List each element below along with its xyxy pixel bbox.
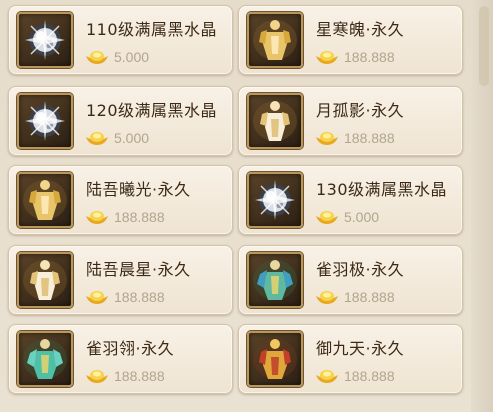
item-name: 130级满属黑水晶	[316, 180, 448, 199]
item-price: 188.888	[344, 289, 395, 305]
item-icon-frame	[17, 12, 73, 68]
item-icon-frame	[17, 93, 73, 149]
white-gold-armor-icon	[253, 101, 297, 141]
item-name: 御九天·永久	[316, 339, 405, 358]
gold-ingot-icon	[316, 51, 338, 64]
item-price: 5.000	[114, 49, 150, 65]
white-gold-armor-icon	[23, 260, 67, 300]
item-icon-frame	[247, 331, 303, 387]
black-crystal-icon	[25, 20, 65, 60]
gold-ingot-icon	[316, 211, 338, 224]
item-name: 陆吾晨星·永久	[86, 260, 191, 279]
item-icon-frame	[247, 12, 303, 68]
shop-item-card[interactable]: 雀羽翎·永久 188.888	[8, 324, 233, 394]
item-name: 雀羽极·永久	[316, 260, 405, 279]
item-name: 120级满属黑水晶	[86, 101, 218, 120]
gold-ingot-icon	[86, 370, 108, 383]
shop-item-card[interactable]: 雀羽极·永久 188.888	[238, 245, 463, 315]
shop-item-card[interactable]: 月孤影·永久 188.888	[238, 86, 463, 156]
gold-ingot-icon	[316, 370, 338, 383]
shop-item-card[interactable]: 130级满属黑水晶 5.000	[238, 165, 463, 235]
gold-ingot-icon	[86, 132, 108, 145]
item-price: 188.888	[344, 130, 395, 146]
item-icon-frame	[247, 252, 303, 308]
shop-item-card[interactable]: 陆吾晨星·永久 188.888	[8, 245, 233, 315]
scrollbar-thumb[interactable]	[479, 6, 489, 86]
shop-item-card[interactable]: 御九天·永久 188.888	[238, 324, 463, 394]
red-gold-armor-icon	[253, 339, 297, 379]
gold-ingot-icon	[316, 291, 338, 304]
item-price: 188.888	[344, 368, 395, 384]
item-name: 陆吾曦光·永久	[86, 180, 191, 199]
jade-armor-icon	[253, 260, 297, 300]
scrollbar-track[interactable]	[471, 0, 493, 412]
black-crystal-icon	[255, 180, 295, 220]
item-price: 188.888	[344, 49, 395, 65]
item-icon-frame	[17, 331, 73, 387]
item-icon-frame	[17, 172, 73, 228]
shop-item-grid: 110级满属黑水晶 5.000 星寒魄·永久 188.888 120级满属黑水晶…	[0, 0, 493, 412]
shop-item-card[interactable]: 110级满属黑水晶 5.000	[8, 5, 233, 75]
item-name: 月孤影·永久	[316, 101, 405, 120]
item-price: 188.888	[114, 368, 165, 384]
jade-armor-icon	[23, 339, 67, 379]
item-price: 5.000	[344, 209, 380, 225]
item-name: 雀羽翎·永久	[86, 339, 175, 358]
shop-item-card[interactable]: 星寒魄·永久 188.888	[238, 5, 463, 75]
gold-ingot-icon	[86, 291, 108, 304]
shop-item-card[interactable]: 120级满属黑水晶 5.000	[8, 86, 233, 156]
item-price: 5.000	[114, 130, 150, 146]
black-crystal-icon	[25, 101, 65, 141]
golden-armor-icon	[253, 20, 297, 60]
item-price: 188.888	[114, 289, 165, 305]
golden-armor-icon	[23, 180, 67, 220]
item-price: 188.888	[114, 209, 165, 225]
item-icon-frame	[247, 172, 303, 228]
item-name: 110级满属黑水晶	[86, 20, 218, 39]
item-icon-frame	[247, 93, 303, 149]
item-icon-frame	[17, 252, 73, 308]
gold-ingot-icon	[86, 211, 108, 224]
item-name: 星寒魄·永久	[316, 20, 405, 39]
gold-ingot-icon	[86, 51, 108, 64]
gold-ingot-icon	[316, 132, 338, 145]
shop-item-card[interactable]: 陆吾曦光·永久 188.888	[8, 165, 233, 235]
